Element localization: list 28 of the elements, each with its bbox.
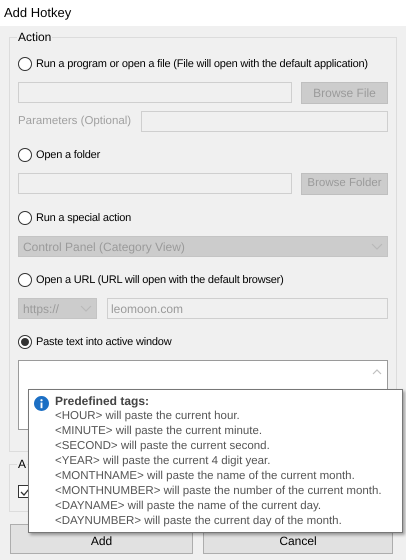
tooltip-line: <SECOND> will paste the current second. bbox=[55, 439, 271, 454]
tooltip-title: Predefined tags: bbox=[55, 394, 150, 409]
group-label: A bbox=[17, 457, 28, 471]
tooltip-line: <YEAR> will paste the current 4 digit year. bbox=[55, 454, 272, 469]
radio-button[interactable] bbox=[18, 211, 32, 225]
file-path-field[interactable] bbox=[18, 82, 292, 103]
tooltip-line: <DAYNAME> will paste the name of the current day. bbox=[55, 499, 322, 514]
radio-button[interactable] bbox=[18, 335, 32, 349]
radio-button[interactable] bbox=[18, 57, 32, 71]
tooltip-line: <MINUTE> will paste the current minute. bbox=[55, 424, 264, 439]
radio-label: Open a folder bbox=[36, 148, 100, 163]
radio-label: Run a program or open a file (File will open with the default application) bbox=[36, 56, 368, 72]
parameters-field[interactable] bbox=[141, 111, 388, 132]
tooltip-line: <MONTHNUMBER> will paste the number of the current month. bbox=[55, 484, 382, 499]
radio-label: Run a special action bbox=[36, 210, 132, 226]
parameters-label: Parameters (Optional) bbox=[18, 114, 132, 129]
info-icon bbox=[34, 396, 49, 411]
group-label: Action bbox=[17, 30, 52, 44]
radio-button[interactable] bbox=[18, 148, 32, 162]
url-field[interactable]: leomoon.com bbox=[107, 298, 388, 319]
tooltip-line: <MONTHNAME> will paste the name of the current month. bbox=[55, 469, 356, 484]
window-title: Add Hotkey bbox=[4, 4, 72, 22]
tooltip-line: <HOUR> will paste the current hour. bbox=[55, 409, 241, 424]
radio-button[interactable] bbox=[18, 273, 32, 287]
radio-label: Paste text into active window bbox=[36, 334, 172, 350]
scroll-up-icon bbox=[372, 369, 382, 375]
folder-path-field[interactable] bbox=[18, 173, 292, 194]
radio-label: Open a URL (URL will open with the default browser) bbox=[36, 272, 284, 288]
